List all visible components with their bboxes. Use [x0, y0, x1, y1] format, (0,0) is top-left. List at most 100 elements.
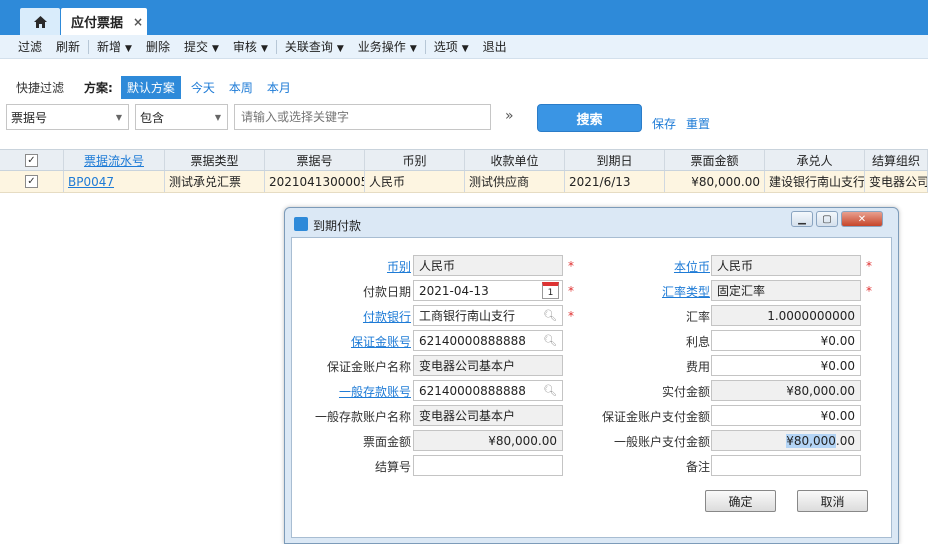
field-input: ¥80,000.00 [413, 430, 563, 451]
column-header: 票据类型 [165, 150, 265, 170]
menu-item-3[interactable]: 删除 [146, 38, 170, 55]
dialog-body: 确定 取消 币别 人民币 * 付款日期 2021-04-13 1 * 付款银行 工商银行南山支行… [291, 237, 892, 538]
header-checkbox-cell: ✓ [0, 150, 64, 170]
maximize-icon[interactable]: ▢ [816, 211, 838, 227]
menu-item-label: 刷新 [56, 40, 81, 54]
search-icon[interactable]: 🔍︎ [543, 309, 557, 322]
field-label[interactable]: 本位币 [674, 258, 710, 275]
field-input[interactable]: 2021-04-13 1 [413, 280, 563, 301]
column-header: 收款单位 [465, 150, 565, 170]
menu-item-label: 选项 [433, 40, 458, 54]
field-value: ¥80,000.00 [488, 433, 557, 448]
keyword-input[interactable] [234, 104, 491, 130]
field-label[interactable]: 汇率类型 [662, 283, 710, 300]
menu-item-7[interactable]: 业务操作 ▼ [358, 38, 417, 55]
scheme-this-week[interactable]: 本周 [229, 79, 253, 96]
cancel-button[interactable]: 取消 [797, 490, 868, 512]
scheme-today[interactable]: 今天 [191, 79, 215, 96]
close-icon[interactable]: × [133, 15, 143, 29]
menu-item-8[interactable]: 选项 ▼ [434, 38, 469, 55]
select-all-checkbox[interactable]: ✓ [25, 153, 38, 167]
ok-button[interactable]: 确定 [705, 490, 776, 512]
field-label[interactable]: 币别 [387, 258, 411, 275]
menu-item-2[interactable]: 新增 ▼ [97, 38, 132, 55]
expand-icon[interactable]: » [505, 108, 514, 124]
field-label: 利息 [685, 335, 710, 349]
filter-operator-select[interactable]: 包含 ▼ [135, 104, 228, 130]
field-label: 汇率 [685, 310, 710, 324]
filter-field-select[interactable]: 票据号 ▼ [6, 104, 129, 130]
field-value: ¥80,000.00 [786, 383, 855, 398]
field-value: 固定汇率 [717, 284, 766, 298]
field-input: 1.0000000000 [711, 305, 861, 326]
field-label: 费用 [685, 360, 710, 374]
scheme-this-month[interactable]: 本月 [267, 79, 291, 96]
menu-item-9[interactable]: 退出 [483, 38, 507, 55]
menu-item-label: 业务操作 [357, 40, 406, 54]
field-input[interactable] [711, 455, 861, 476]
chevron-down-icon: ▼ [214, 113, 221, 122]
field-value-selected: ¥80,000 [786, 433, 836, 448]
search-icon[interactable]: 🔍︎ [543, 334, 557, 347]
field-label: 一般账户支付金额 [613, 435, 710, 449]
field-input[interactable] [413, 455, 563, 476]
menu-item-4[interactable]: 提交 ▼ [184, 38, 219, 55]
row-checkbox-cell: ✓ [0, 171, 64, 192]
calendar-icon[interactable]: 1 [542, 282, 559, 299]
save-link[interactable]: 保存 [652, 115, 676, 132]
field-input[interactable]: ¥0.00 [711, 330, 861, 351]
field-label: 付款日期 [362, 285, 411, 299]
field-value: 2021-04-13 [419, 283, 489, 298]
menu-item-label: 关联查询 [284, 40, 333, 54]
column-header[interactable]: 票据流水号 [64, 150, 165, 170]
scheme-label: 方案: [84, 80, 113, 95]
field-label[interactable]: 付款银行 [363, 308, 411, 325]
field-value: 62140000888888 [419, 383, 526, 398]
home-tab[interactable] [20, 8, 60, 35]
field-input: 人民币 [711, 255, 861, 276]
field-value: 人民币 [419, 259, 456, 273]
field-input[interactable]: 62140000888888 🔍︎ [413, 330, 563, 351]
caret-down-icon: ▼ [409, 44, 417, 54]
data-grid: ✓ 票据流水号 票据类型 票据号 币别 收款单位 到期日 票面金额 承兑人 结算组织 ✓ BP004… [0, 149, 928, 193]
table-cell: ¥80,000.00 [665, 171, 765, 192]
menu-item-6[interactable]: 关联查询 ▼ [285, 38, 344, 55]
scheme-default[interactable]: 默认方案 [120, 75, 181, 99]
menu-item-1[interactable]: 刷新 [56, 38, 80, 55]
search-button[interactable]: 搜索 [537, 104, 642, 132]
column-header: 结算组织 [865, 150, 928, 170]
table-cell[interactable]: BP0047 [64, 171, 165, 192]
menu-item-label: 新增 [97, 40, 122, 54]
field-input[interactable]: ¥0.00 [711, 355, 861, 376]
caret-down-icon: ▼ [336, 44, 344, 54]
field-input[interactable]: ¥0.00 [711, 405, 861, 426]
close-icon[interactable]: ✕ [841, 211, 883, 227]
field-input: 人民币 [413, 255, 563, 276]
field-value-rest: .00 [835, 433, 855, 448]
field-value: 变电器公司基本户 [419, 359, 516, 373]
field-input: 变电器公司基本户 [413, 405, 563, 426]
table-cell: 测试供应商 [465, 171, 565, 192]
column-header: 票据号 [265, 150, 365, 170]
field-value: 人民币 [717, 259, 754, 273]
field-label: 票面金额 [362, 435, 411, 449]
menu-item-0[interactable]: 过滤 [18, 38, 42, 55]
row-checkbox[interactable]: ✓ [25, 175, 38, 188]
menu-item-5[interactable]: 审核 ▼ [233, 38, 268, 55]
field-input[interactable]: 62140000888888 🔍︎ [413, 380, 563, 401]
reset-link[interactable]: 重置 [686, 115, 710, 132]
search-icon[interactable]: 🔍︎ [543, 384, 557, 397]
field-label[interactable]: 保证金账号 [351, 333, 411, 350]
tab-label: 应付票据 [71, 16, 124, 31]
table-row[interactable]: ✓ BP0047 测试承兑汇票 2021041300005 人民币 测试供应商 2021/6… [0, 171, 928, 193]
caret-down-icon: ▼ [212, 44, 219, 54]
field-label[interactable]: 一般存款账号 [339, 383, 411, 400]
field-input[interactable]: 工商银行南山支行 🔍︎ [413, 305, 563, 326]
required-mark: * [568, 309, 574, 323]
tab-payable-notes[interactable]: 应付票据 × [61, 8, 147, 35]
column-header: 币别 [365, 150, 465, 170]
filter-operator-value: 包含 [140, 110, 165, 125]
field-label: 保证金账户支付金额 [601, 410, 710, 424]
field-value: ¥0.00 [820, 333, 855, 348]
minimize-icon[interactable]: ▁ [791, 211, 813, 227]
